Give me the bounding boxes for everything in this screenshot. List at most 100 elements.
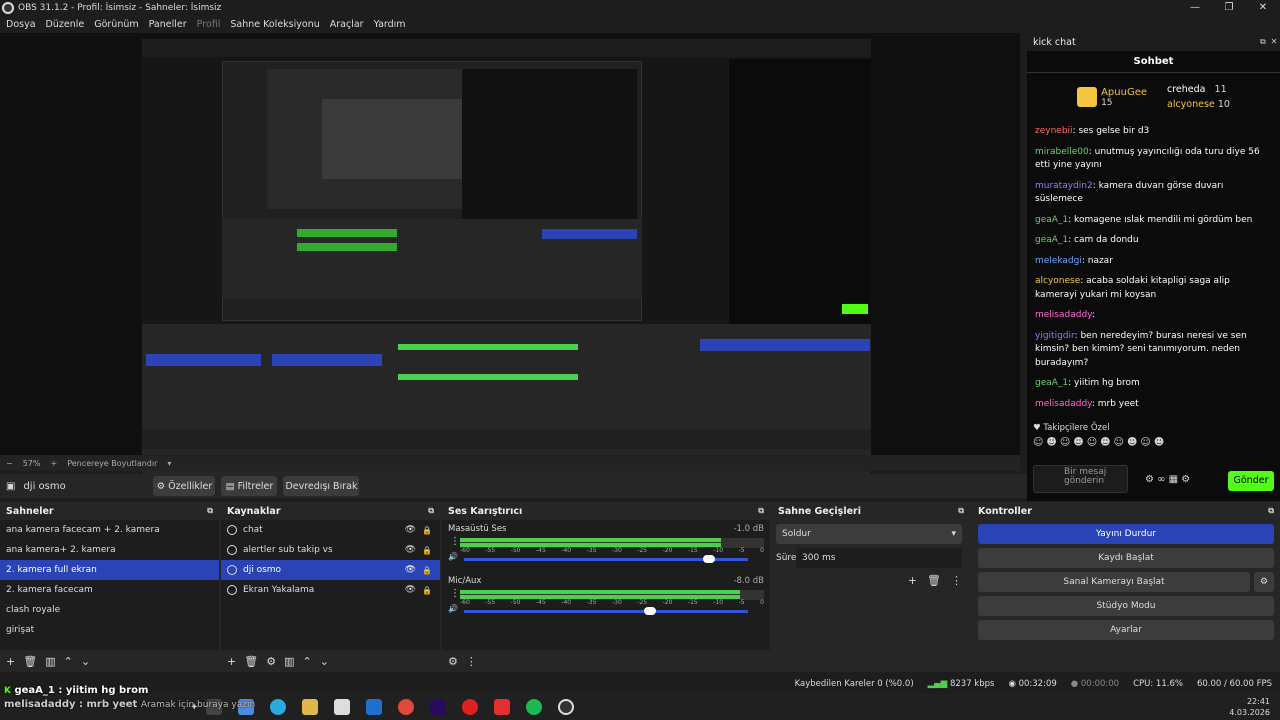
close-button[interactable]: ✕ bbox=[1246, 0, 1280, 16]
explorer-icon[interactable] bbox=[302, 699, 319, 715]
move-up-button[interactable]: ⌃ bbox=[302, 655, 311, 668]
scene-item[interactable]: girişat bbox=[0, 620, 219, 640]
chat-username[interactable]: alcyonese bbox=[1035, 276, 1080, 286]
add-scene-button[interactable]: + bbox=[6, 655, 15, 668]
start-recording-button[interactable]: Kaydı Başlat bbox=[978, 548, 1274, 568]
properties-button[interactable]: ⚙ Özellikler bbox=[153, 476, 216, 496]
opera-icon[interactable] bbox=[462, 699, 479, 715]
menu-dosya[interactable]: Dosya bbox=[6, 19, 36, 30]
menu-duzenle[interactable]: Düzenle bbox=[46, 19, 85, 30]
deactivate-button[interactable]: Devredışı Bırak bbox=[283, 476, 360, 496]
add-source-button[interactable]: + bbox=[227, 655, 236, 668]
scene-item[interactable]: clash royale bbox=[0, 600, 219, 620]
stop-stream-button[interactable]: Yayını Durdur bbox=[978, 524, 1274, 544]
chrome-icon[interactable] bbox=[398, 699, 415, 715]
chat-username[interactable]: geaA_1 bbox=[1035, 378, 1068, 388]
visibility-icon[interactable]: 👁 bbox=[405, 525, 416, 535]
outlook-icon[interactable] bbox=[366, 699, 383, 715]
remove-scene-button[interactable]: 🗑 bbox=[23, 655, 37, 668]
spotify-icon[interactable] bbox=[526, 699, 543, 715]
chat-username[interactable]: melekadgi bbox=[1035, 256, 1082, 266]
send-button[interactable]: Gönder bbox=[1228, 471, 1274, 491]
lock-icon[interactable]: 🔒 bbox=[422, 566, 432, 575]
chat-username[interactable]: murataydin2 bbox=[1035, 181, 1093, 191]
move-down-button[interactable]: ⌄ bbox=[81, 655, 90, 668]
virtual-cam-settings-icon[interactable]: ⚙ bbox=[1254, 572, 1274, 592]
remove-transition-button[interactable]: 🗑 bbox=[927, 574, 941, 587]
maximize-button[interactable]: ❐ bbox=[1212, 0, 1246, 16]
volume-knob[interactable] bbox=[703, 555, 716, 563]
channel-menu-icon[interactable]: ⋮ bbox=[450, 588, 460, 599]
emote-row[interactable]: ☺☻☺☻☺☻☺☻☺☻ bbox=[1033, 437, 1167, 448]
settings-button[interactable]: Ayarlar bbox=[978, 620, 1274, 640]
dock-float-icon[interactable]: ⧉ bbox=[1268, 506, 1274, 516]
dock-float-icon[interactable]: ⧉ bbox=[758, 506, 764, 516]
vivaldi-icon[interactable] bbox=[494, 699, 511, 715]
filters-button[interactable]: ▤ Filtreler bbox=[221, 476, 278, 496]
chat-username[interactable]: geaA_1 bbox=[1035, 215, 1068, 225]
speaker-icon[interactable]: 🔊 bbox=[448, 552, 458, 561]
edge-icon[interactable] bbox=[270, 699, 287, 715]
scene-item[interactable]: ana kamera+ 2. kamera bbox=[0, 540, 219, 560]
chat-username[interactable]: geaA_1 bbox=[1035, 235, 1068, 245]
source-filters-button[interactable]: ▥ bbox=[284, 655, 294, 668]
menu-profil[interactable]: Profil bbox=[197, 19, 221, 30]
chat-message-input[interactable]: Bir mesaj gönderin bbox=[1033, 465, 1128, 493]
dock-float-icon[interactable]: ⧉ bbox=[428, 506, 434, 516]
lock-icon[interactable]: 🔒 bbox=[422, 586, 432, 595]
scene-item[interactable]: ana kamera facecam + 2. kamera bbox=[0, 520, 219, 540]
volume-knob[interactable] bbox=[643, 607, 656, 615]
chat-username[interactable]: melisadaddy bbox=[1035, 399, 1092, 409]
volume-slider[interactable] bbox=[464, 610, 748, 613]
channel-menu-icon[interactable]: ⋮ bbox=[450, 536, 460, 547]
zoom-fit-label[interactable]: Pencereye Boyutlandır bbox=[67, 459, 157, 468]
source-item[interactable]: dji osmo 👁 🔒 bbox=[221, 560, 440, 580]
chat-icons[interactable]: ⚙ ∞ ▦ ⚙ bbox=[1145, 474, 1190, 485]
source-item[interactable]: chat 👁 🔒 bbox=[221, 520, 440, 540]
mixer-settings-icon[interactable]: ⚙ bbox=[448, 655, 458, 668]
mixer-menu-icon[interactable]: ⋮ bbox=[466, 655, 477, 668]
minimize-button[interactable]: — bbox=[1178, 0, 1212, 16]
transition-menu-button[interactable]: ⋮ bbox=[951, 574, 962, 587]
studio-mode-button[interactable]: Stüdyo Modu bbox=[978, 596, 1274, 616]
scene-item[interactable]: 2. kamera facecam bbox=[0, 580, 219, 600]
visibility-icon[interactable]: 👁 bbox=[405, 545, 416, 555]
move-up-button[interactable]: ⌃ bbox=[64, 655, 73, 668]
obs-taskbar-icon[interactable] bbox=[558, 699, 575, 715]
menu-sahne-koleksiyonu[interactable]: Sahne Koleksiyonu bbox=[230, 19, 319, 30]
chat-username[interactable]: yigitigdir bbox=[1035, 331, 1075, 341]
chat-username[interactable]: mirabelle00 bbox=[1035, 147, 1089, 157]
chat-tab[interactable]: Sohbet bbox=[1027, 51, 1280, 73]
source-item[interactable]: Ekran Yakalama 👁 🔒 bbox=[221, 580, 440, 600]
duration-input[interactable]: 300 ms bbox=[796, 548, 962, 568]
menu-paneller[interactable]: Paneller bbox=[149, 19, 187, 30]
dock-controls[interactable]: ⧉ ✕ bbox=[1260, 37, 1280, 47]
menu-gorunum[interactable]: Görünüm bbox=[94, 19, 138, 30]
source-settings-button[interactable]: ⚙ bbox=[266, 655, 276, 668]
move-down-button[interactable]: ⌄ bbox=[320, 655, 329, 668]
visibility-icon[interactable]: 👁 bbox=[405, 585, 416, 595]
scene-filters-button[interactable]: ▥ bbox=[45, 655, 55, 668]
premiere-icon[interactable] bbox=[430, 699, 447, 715]
dock-float-icon[interactable]: ⧉ bbox=[958, 506, 964, 516]
remove-source-button[interactable]: 🗑 bbox=[244, 655, 258, 668]
visibility-icon[interactable]: 👁 bbox=[405, 565, 416, 575]
chevron-down-icon[interactable]: ▾ bbox=[167, 459, 171, 468]
start-virtual-cam-button[interactable]: Sanal Kamerayı Başlat bbox=[978, 572, 1250, 592]
dock-float-icon[interactable]: ⧉ bbox=[207, 506, 213, 516]
preview-canvas[interactable] bbox=[0, 33, 1020, 483]
lock-icon[interactable]: 🔒 bbox=[422, 526, 432, 535]
zoom-minus-button[interactable]: − bbox=[6, 459, 13, 468]
taskbar-search-text[interactable]: Aramak için buraya yazın bbox=[141, 700, 255, 710]
transition-select[interactable]: Soldur ▾ bbox=[776, 524, 962, 544]
scene-item[interactable]: 2. kamera full ekran bbox=[0, 560, 219, 580]
zoom-plus-button[interactable]: + bbox=[50, 459, 57, 468]
speaker-icon[interactable]: 🔊 bbox=[448, 604, 458, 613]
store-icon[interactable] bbox=[334, 699, 351, 715]
source-item[interactable]: alertler sub takip vs 👁 🔒 bbox=[221, 540, 440, 560]
add-transition-button[interactable]: + bbox=[908, 574, 917, 587]
lock-icon[interactable]: 🔒 bbox=[422, 546, 432, 555]
chat-username[interactable]: zeynebii bbox=[1035, 126, 1073, 136]
menu-yardim[interactable]: Yardım bbox=[374, 19, 406, 30]
menu-araclar[interactable]: Araçlar bbox=[330, 19, 364, 30]
